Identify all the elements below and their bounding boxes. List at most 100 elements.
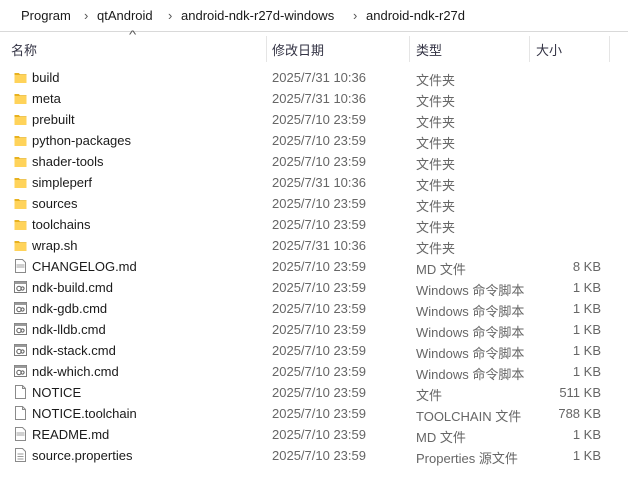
- column-divider[interactable]: [529, 36, 530, 62]
- file-size: 8 KB: [572, 259, 601, 274]
- column-divider[interactable]: [266, 36, 267, 62]
- md-file-icon: [14, 427, 27, 441]
- folder-icon: [14, 175, 27, 189]
- file-name: wrap.sh: [32, 238, 78, 253]
- folder-icon: [14, 154, 27, 168]
- file-row[interactable]: toolchains 2025/7/10 23:59 文件夹: [0, 214, 628, 235]
- breadcrumb-separator-icon[interactable]: ›: [84, 8, 88, 23]
- file-row[interactable]: CHANGELOG.md 2025/7/10 23:59 MD 文件 8 KB: [0, 256, 628, 277]
- file-row[interactable]: source.properties 2025/7/10 23:59 Properti…: [0, 445, 628, 466]
- cmd-file-icon: [14, 364, 27, 378]
- file-date: 2025/7/10 23:59: [272, 217, 366, 232]
- cmd-file-icon: [14, 280, 27, 294]
- file-row[interactable]: prebuilt 2025/7/10 23:59 文件夹: [0, 109, 628, 130]
- file-type: 文件夹: [416, 115, 456, 130]
- column-divider[interactable]: [409, 36, 410, 62]
- breadcrumb-separator-icon[interactable]: ›: [168, 8, 172, 23]
- file-size: 1 KB: [572, 427, 601, 442]
- file-row[interactable]: ndk-build.cmd 2025/7/10 23:59 Windows 命令脚本…: [0, 277, 628, 298]
- file-row[interactable]: sources 2025/7/10 23:59 文件夹: [0, 193, 628, 214]
- cmd-file-icon: [14, 301, 27, 315]
- file-row[interactable]: NOTICE.toolchain 2025/7/10 23:59 TOOLCHAIN…: [0, 403, 628, 424]
- file-size: 1 KB: [572, 343, 601, 358]
- column-size[interactable]: 大小: [536, 40, 562, 59]
- file-row[interactable]: ndk-which.cmd 2025/7/10 23:59 Windows 命令脚本…: [0, 361, 628, 382]
- properties-file-icon: [14, 448, 27, 462]
- file-date: 2025/7/31 10:36: [272, 238, 366, 253]
- folder-icon: [14, 112, 27, 126]
- file-type: 文件夹: [416, 178, 456, 193]
- blank-file-icon: [14, 385, 27, 399]
- cmd-file-icon: [14, 343, 27, 357]
- column-date[interactable]: 修改日期: [272, 40, 324, 59]
- file-name: ndk-which.cmd: [32, 364, 119, 379]
- file-type: 文件夹: [416, 157, 456, 172]
- file-row[interactable]: shader-tools 2025/7/10 23:59 文件夹: [0, 151, 628, 172]
- file-type: 文件: [416, 388, 443, 403]
- file-row[interactable]: wrap.sh 2025/7/31 10:36 文件夹: [0, 235, 628, 256]
- file-size: 1 KB: [572, 301, 601, 316]
- file-size: 1 KB: [572, 280, 601, 295]
- column-divider[interactable]: [609, 36, 610, 62]
- file-date: 2025/7/10 23:59: [272, 406, 366, 421]
- column-type[interactable]: 类型: [416, 40, 442, 59]
- file-type: 文件夹: [416, 220, 456, 235]
- md-file-icon: [14, 259, 27, 273]
- file-type: 文件夹: [416, 94, 456, 109]
- folder-icon: [14, 217, 27, 231]
- file-type: Windows 命令脚本: [416, 367, 525, 382]
- file-name: ndk-build.cmd: [32, 280, 113, 295]
- file-row[interactable]: README.md 2025/7/10 23:59 MD 文件 1 KB: [0, 424, 628, 445]
- address-breadcrumb: › Program › qtAndroid › android-ndk-r27d…: [0, 0, 628, 32]
- file-type: 文件夹: [416, 73, 456, 88]
- file-date: 2025/7/10 23:59: [272, 133, 366, 148]
- breadcrumb-separator-icon[interactable]: ›: [353, 8, 357, 23]
- file-date: 2025/7/10 23:59: [272, 112, 366, 127]
- cmd-file-icon: [14, 322, 27, 336]
- file-date: 2025/7/31 10:36: [272, 70, 366, 85]
- breadcrumb-item-program[interactable]: Program: [21, 8, 71, 23]
- folder-icon: [14, 70, 27, 84]
- file-size: 1 KB: [572, 448, 601, 463]
- column-header: 名称 修改日期 类型 大小: [0, 36, 628, 62]
- file-row[interactable]: ndk-stack.cmd 2025/7/10 23:59 Windows 命令脚本…: [0, 340, 628, 361]
- file-size: 511 KB: [559, 385, 601, 400]
- file-name: ndk-stack.cmd: [32, 343, 116, 358]
- file-date: 2025/7/10 23:59: [272, 427, 366, 442]
- file-date: 2025/7/31 10:36: [272, 91, 366, 106]
- file-date: 2025/7/10 23:59: [272, 301, 366, 316]
- file-name: prebuilt: [32, 112, 75, 127]
- file-date: 2025/7/10 23:59: [272, 154, 366, 169]
- file-name: sources: [32, 196, 78, 211]
- file-name: toolchains: [32, 217, 91, 232]
- file-date: 2025/7/10 23:59: [272, 364, 366, 379]
- file-type: 文件夹: [416, 241, 456, 256]
- file-name: NOTICE.toolchain: [32, 406, 137, 421]
- file-size: 1 KB: [572, 364, 601, 379]
- file-row[interactable]: python-packages 2025/7/10 23:59 文件夹: [0, 130, 628, 151]
- file-name: ndk-gdb.cmd: [32, 301, 108, 316]
- file-date: 2025/7/10 23:59: [272, 448, 366, 463]
- file-row[interactable]: NOTICE 2025/7/10 23:59 文件 511 KB: [0, 382, 628, 403]
- file-type: Windows 命令脚本: [416, 325, 525, 340]
- file-row[interactable]: meta 2025/7/31 10:36 文件夹: [0, 88, 628, 109]
- file-date: 2025/7/10 23:59: [272, 322, 366, 337]
- file-date: 2025/7/10 23:59: [272, 343, 366, 358]
- file-size: 788 KB: [558, 406, 601, 421]
- breadcrumb-item-ndk-r27d[interactable]: android-ndk-r27d: [366, 8, 465, 23]
- file-date: 2025/7/31 10:36: [272, 175, 366, 190]
- file-date: 2025/7/10 23:59: [272, 280, 366, 295]
- breadcrumb-item-ndk-windows[interactable]: android-ndk-r27d-windows: [181, 8, 334, 23]
- file-row[interactable]: simpleperf 2025/7/31 10:36 文件夹: [0, 172, 628, 193]
- file-date: 2025/7/10 23:59: [272, 196, 366, 211]
- file-row[interactable]: ndk-lldb.cmd 2025/7/10 23:59 Windows 命令脚本 1…: [0, 319, 628, 340]
- file-row[interactable]: ndk-gdb.cmd 2025/7/10 23:59 Windows 命令脚本 1 …: [0, 298, 628, 319]
- blank-file-icon: [14, 406, 27, 420]
- column-name[interactable]: 名称: [11, 40, 37, 59]
- file-name: source.properties: [32, 448, 133, 463]
- file-row[interactable]: build 2025/7/31 10:36 文件夹: [0, 67, 628, 88]
- file-type: TOOLCHAIN 文件: [416, 409, 522, 424]
- folder-icon: [14, 91, 27, 105]
- breadcrumb-item-qtandroid[interactable]: qtAndroid: [97, 8, 153, 23]
- file-type: Windows 命令脚本: [416, 304, 525, 319]
